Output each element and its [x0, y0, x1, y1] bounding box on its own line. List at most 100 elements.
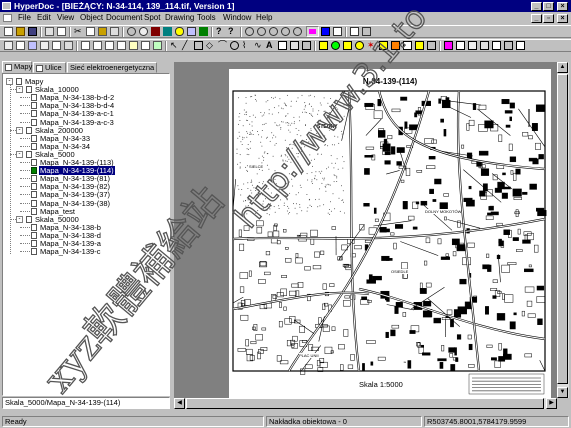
fill-color-icon[interactable] — [319, 41, 328, 50]
paste-icon[interactable] — [98, 27, 107, 36]
first-page-icon[interactable] — [81, 41, 90, 50]
arc-icon[interactable]: ⌒ — [218, 41, 227, 50]
pages-icon[interactable] — [16, 41, 25, 50]
thumbnail-icon[interactable] — [28, 41, 37, 50]
tab-ulice[interactable]: Ulice — [33, 62, 66, 73]
view-mode-toggle[interactable] — [306, 26, 319, 37]
new-document-icon[interactable] — [4, 27, 13, 36]
horizontal-scroll-thumb[interactable] — [186, 398, 544, 409]
note-spot-icon[interactable] — [355, 41, 364, 50]
expand-toggle[interactable]: - — [16, 86, 23, 94]
ellipse-icon[interactable] — [230, 41, 239, 50]
color-picker-icon[interactable] — [379, 41, 388, 50]
options-icon[interactable] — [362, 27, 371, 36]
doc-close-button[interactable]: × — [557, 14, 568, 23]
zoom-fit-icon[interactable] — [281, 27, 290, 36]
image-icon[interactable] — [187, 27, 196, 36]
bookmark-icon[interactable] — [151, 27, 160, 36]
menu-help[interactable]: Help — [256, 13, 272, 23]
copy-icon[interactable] — [86, 27, 95, 36]
scroll-left-button[interactable]: ◀ — [174, 398, 185, 409]
document-icon[interactable] — [3, 14, 12, 22]
paste-special-icon[interactable] — [110, 27, 119, 36]
vertical-scrollbar[interactable]: ▲ ▼ — [557, 62, 569, 398]
area-icon[interactable] — [290, 41, 299, 50]
horizontal-scrollbar[interactable]: ◀ ▶ — [174, 398, 557, 409]
doc-minimize-button[interactable]: _ — [531, 14, 542, 23]
zoom-icon[interactable] — [245, 27, 254, 36]
map-page[interactable]: N-34-139-(114) Skala 1:5000 STEGNY SIELC… — [229, 69, 551, 399]
find-next-icon[interactable] — [139, 27, 148, 36]
scroll-up-button[interactable]: ▲ — [557, 62, 568, 73]
freehand-icon[interactable]: ∿ — [254, 41, 263, 50]
select-all-icon[interactable] — [456, 41, 465, 50]
tab-mapy[interactable]: Mapy — [2, 61, 32, 73]
menu-file[interactable]: File — [18, 13, 31, 23]
polyline-icon[interactable]: ⌇ — [242, 41, 251, 50]
layers-icon[interactable] — [321, 27, 330, 36]
page-icon[interactable] — [4, 41, 13, 50]
help-icon[interactable]: ? — [216, 27, 225, 36]
zoom-in-icon[interactable] — [257, 27, 266, 36]
menu-object[interactable]: Object — [80, 13, 103, 23]
tree-item[interactable]: Mapa_N-34-139-c — [39, 247, 101, 256]
stamp-icon[interactable] — [141, 41, 150, 50]
group-icon[interactable] — [468, 41, 477, 50]
menu-edit[interactable]: Edit — [37, 13, 51, 23]
zoom-width-icon[interactable] — [293, 27, 302, 36]
print-page-icon[interactable] — [40, 41, 49, 50]
print-icon[interactable] — [45, 27, 54, 36]
next-page-icon[interactable] — [105, 41, 114, 50]
layer-icon[interactable] — [199, 27, 208, 36]
bring-front-icon[interactable] — [492, 41, 501, 50]
expand-toggle[interactable]: - — [16, 150, 23, 158]
tree-view[interactable]: - Mapy - Skala_10000 Mapa_N-34-138-b-d-2 Mapa… — [2, 73, 170, 396]
send-back-icon[interactable] — [504, 41, 513, 50]
highlight-icon[interactable] — [175, 27, 184, 36]
line-style-icon[interactable] — [403, 41, 412, 50]
brush-icon[interactable] — [415, 41, 424, 50]
zoom-out-icon[interactable] — [269, 27, 278, 36]
expand-toggle[interactable]: - — [16, 215, 23, 223]
open-folder-icon[interactable] — [16, 27, 25, 36]
line-color-icon[interactable] — [391, 41, 400, 50]
ungroup-icon[interactable] — [480, 41, 489, 50]
link-icon[interactable] — [163, 27, 172, 36]
align-icon[interactable] — [516, 41, 525, 50]
menu-spot[interactable]: Spot — [144, 13, 160, 23]
save-icon[interactable] — [28, 27, 37, 36]
text-tool-icon[interactable]: A — [266, 41, 275, 50]
attach-icon[interactable] — [153, 41, 162, 50]
export-icon[interactable] — [52, 41, 61, 50]
callout-icon[interactable] — [278, 41, 287, 50]
print-preview-icon[interactable] — [57, 27, 66, 36]
polygon-icon[interactable]: ◇ — [206, 41, 215, 50]
close-button[interactable]: × — [557, 2, 568, 11]
rectangle-icon[interactable] — [194, 41, 203, 50]
maximize-button[interactable]: □ — [543, 2, 554, 11]
last-page-icon[interactable] — [117, 41, 126, 50]
menu-tools[interactable]: Tools — [197, 13, 216, 23]
expand-toggle[interactable]: - — [6, 78, 13, 85]
menu-view[interactable]: View — [57, 13, 74, 23]
pointer-icon[interactable]: ↖ — [170, 41, 179, 50]
vertical-scroll-thumb[interactable] — [557, 74, 568, 384]
minimize-button[interactable]: _ — [531, 2, 542, 11]
eraser-icon[interactable] — [427, 41, 436, 50]
prev-page-icon[interactable] — [93, 41, 102, 50]
cut-icon[interactable]: ✂ — [74, 27, 83, 36]
scroll-right-button[interactable]: ▶ — [546, 398, 557, 409]
doc-restore-button[interactable]: ▫ — [543, 14, 554, 23]
menu-drawing[interactable]: Drawing — [165, 13, 194, 23]
find-icon[interactable] — [127, 27, 136, 36]
star-icon[interactable]: ✶ — [367, 41, 376, 50]
line-icon[interactable]: ╱ — [182, 41, 191, 50]
import-icon[interactable] — [64, 41, 73, 50]
marker-icon[interactable] — [343, 41, 352, 50]
context-help-icon[interactable]: ? — [228, 27, 237, 36]
tab-siec-elektroenergetyczna[interactable]: Sieć elektroenergetyczna — [67, 62, 157, 73]
scroll-down-button[interactable]: ▼ — [557, 387, 568, 398]
grid-icon[interactable] — [333, 27, 342, 36]
hatch-icon[interactable] — [302, 41, 311, 50]
layer-color-icon[interactable] — [444, 41, 453, 50]
